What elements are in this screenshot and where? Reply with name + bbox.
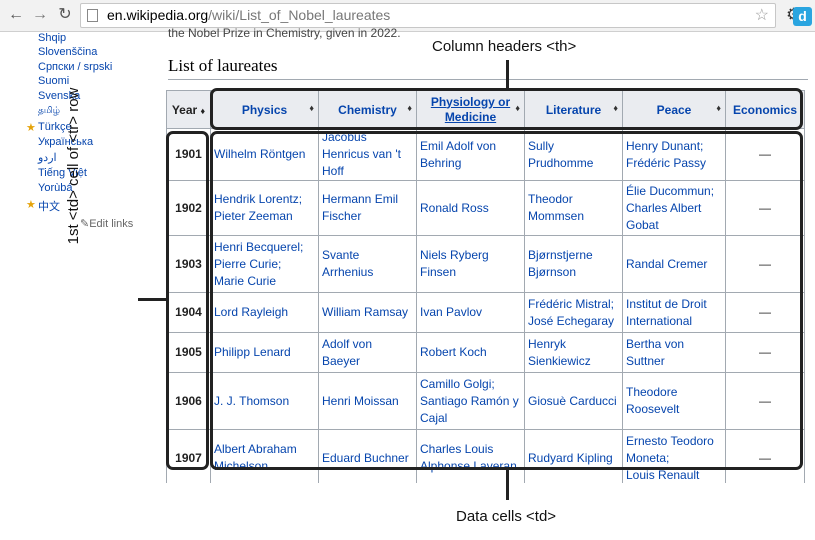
section-divider — [168, 79, 808, 80]
data-cells-pointer — [506, 470, 509, 500]
column-headers-pointer — [506, 60, 509, 88]
sort-icon[interactable]: ♦ — [201, 106, 206, 116]
reload-icon[interactable]: ↻ — [55, 5, 75, 25]
first-td-label: 1st <td> cell of <tr> row — [65, 87, 82, 245]
section-title: List of laureates — [168, 56, 278, 75]
browser-toolbar: ← → ↻ en.wikipedia.org/wiki/List_of_Nobe… — [0, 0, 815, 32]
header-label: Year — [171, 102, 198, 117]
back-arrow-icon[interactable]: ← — [6, 5, 26, 25]
first-column-highlight-box — [166, 131, 209, 470]
featured-star-icon: ★ — [26, 122, 36, 134]
featured-star-icon: ★ — [26, 199, 36, 211]
address-bar[interactable]: en.wikipedia.org/wiki/List_of_Nobel_laur… — [80, 3, 776, 28]
forward-arrow-icon[interactable]: → — [30, 5, 50, 25]
bookmark-star-icon[interactable]: ☆ — [755, 4, 769, 27]
header-highlight-box — [210, 88, 803, 130]
url-host: en.wikipedia.org — [107, 7, 209, 23]
url-path: /wiki/List_of_Nobel_laureates — [208, 7, 391, 23]
language-link[interactable]: اردو — [38, 151, 57, 164]
first-td-pointer — [138, 298, 166, 301]
language-link[interactable]: Shqip — [38, 32, 66, 44]
edit-links-label: Edit links — [89, 218, 134, 230]
data-cells-label: Data cells <td> — [456, 508, 557, 525]
column-headers-label: Column headers <th> — [432, 38, 577, 55]
language-link[interactable]: தமிழ் — [38, 105, 60, 117]
page-icon — [87, 9, 98, 22]
header-year[interactable]: Year ♦ — [166, 90, 211, 129]
data-cells-highlight-box — [210, 131, 803, 470]
edit-links[interactable]: ✎Edit links — [80, 217, 133, 230]
language-link[interactable]: 中文 — [38, 198, 60, 214]
faded-page-area — [0, 483, 815, 540]
extension-icon[interactable]: d — [793, 7, 812, 26]
cut-off-text: the Nobel Prize in Chemistry, given in 2… — [168, 26, 401, 40]
